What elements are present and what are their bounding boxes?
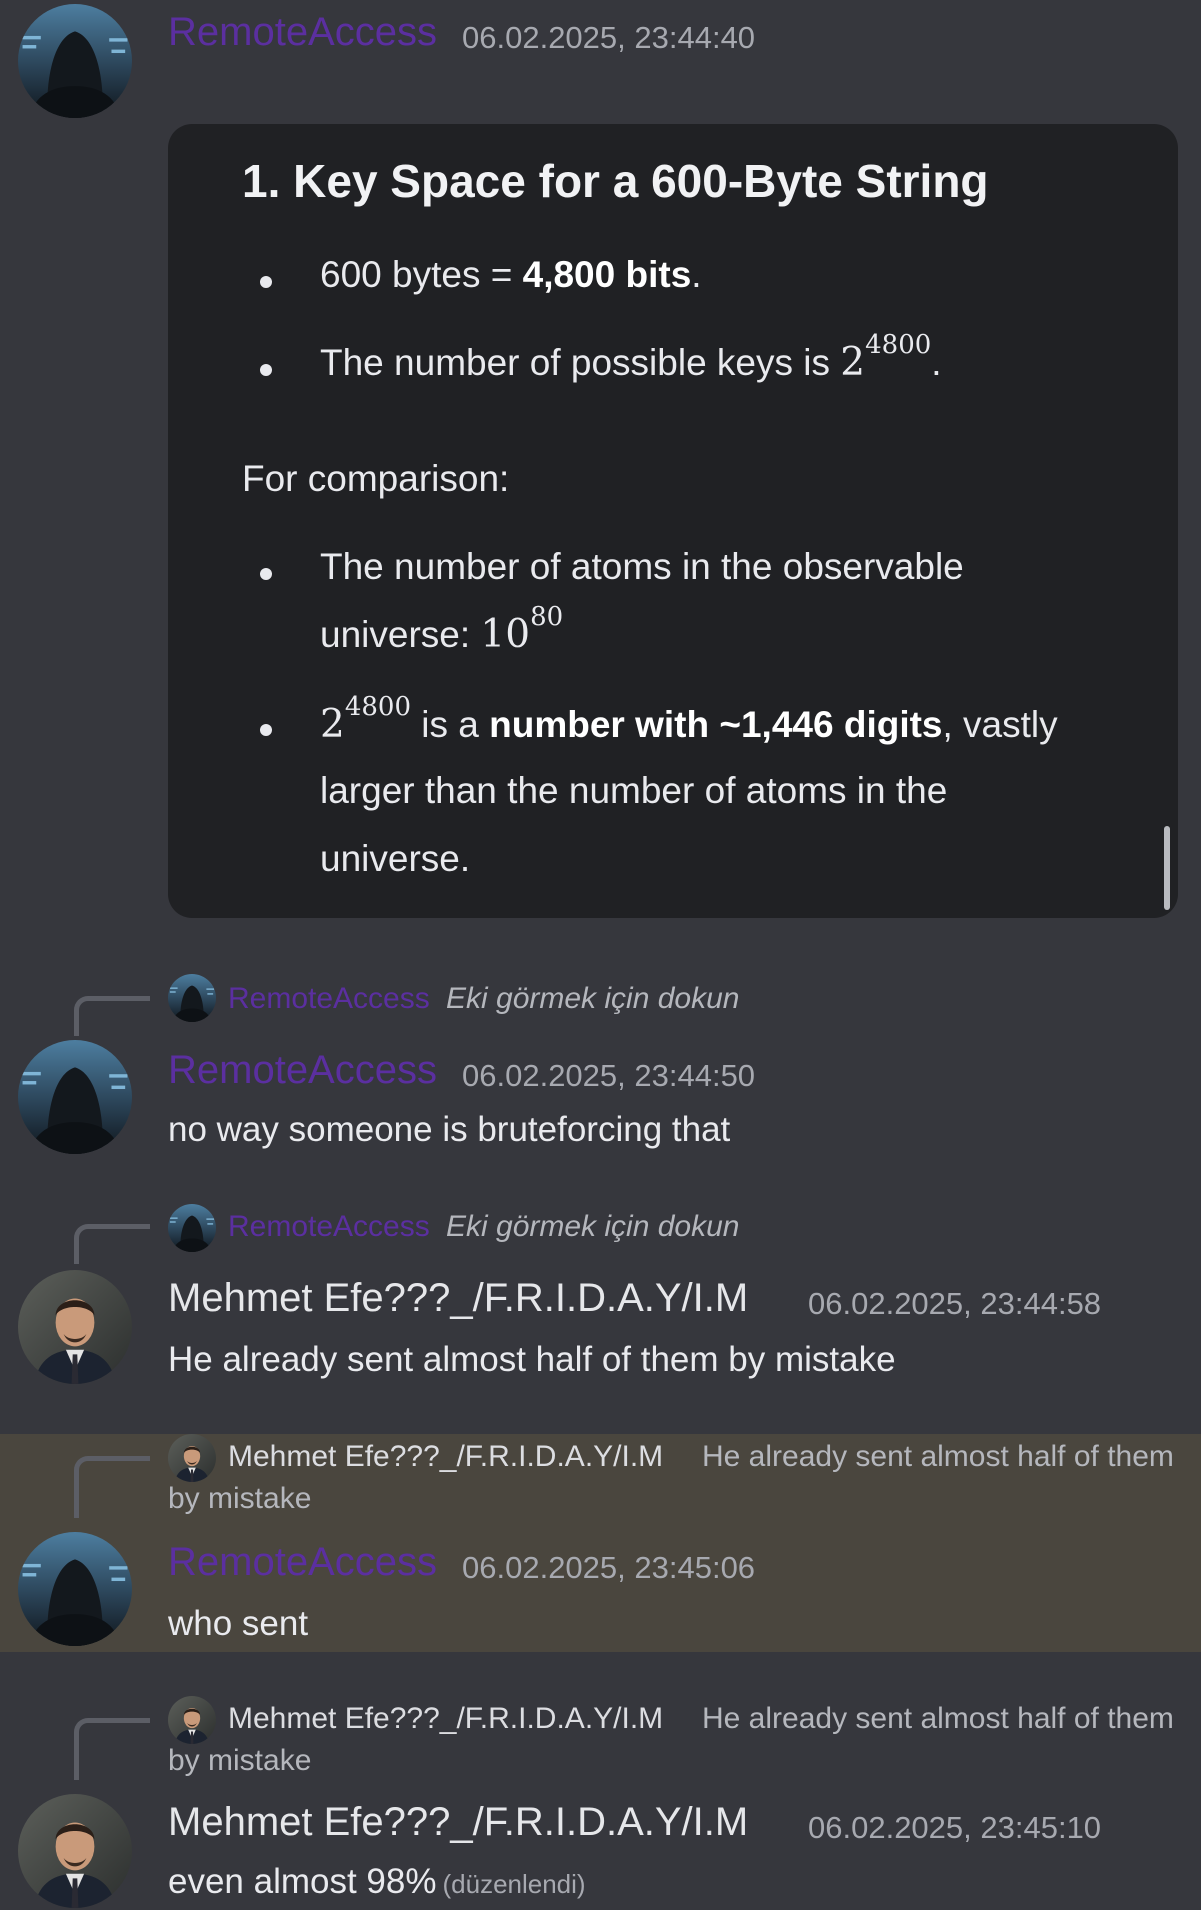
message-text: even almost 98% (düzenlendi) [168,1862,586,1901]
remoteaccess-avatar[interactable] [18,4,132,118]
hooded-hacker-icon [18,4,132,118]
message-timestamp: 06.02.2025, 23:44:58 [808,1286,1102,1321]
man-in-suit-icon [168,1696,216,1744]
card-bullet-4-line-1: 24800 is a number with ~1,446 digits, va… [320,691,1058,747]
username[interactable]: Mehmet Efe???_/F.R.I.D.A.Y/I.M [168,1800,748,1845]
comparison-heading: For comparison: [242,458,510,499]
man-in-suit-icon [18,1270,132,1384]
man-in-suit-icon [18,1794,132,1908]
message-text: who sent [168,1604,309,1643]
card-bullet-4-line-3: universe. [320,838,471,879]
message-timestamp: 06.02.2025, 23:45:06 [462,1550,756,1585]
chat-view: RemoteAccess 06.02.2025, 23:44:40 1. Key… [0,0,1201,1910]
message-text: He already sent almost half of them by m… [168,1340,896,1379]
bullet-dot [260,724,272,736]
reply-connector [74,996,150,1036]
hooded-hacker-icon [18,1532,132,1646]
reply-connector [74,1224,150,1264]
card-bullet-2: The number of possible keys is 24800. [320,329,942,385]
hooded-hacker-icon [18,1040,132,1154]
message-text: no way someone is bruteforcing that [168,1110,731,1149]
card-title: 1. Key Space for a 600-Byte String [242,155,989,207]
reply-avatar [168,1434,216,1482]
reply-preview[interactable]: Eki görmek için dokun [446,1210,739,1244]
edited-label: (düzenlendi) [442,1869,586,1899]
bullet-dot [260,276,272,288]
username[interactable]: RemoteAccess [168,10,437,55]
answer-card: 1. Key Space for a 600-Byte String 600 b… [168,124,1178,918]
username[interactable]: RemoteAccess [168,1540,437,1585]
reply-connector [74,1456,150,1518]
bullet-dot [260,568,272,580]
card-bullet-3-line-1: The number of atoms in the observable [320,546,964,587]
card-bullet-4-line-2: larger than the number of atoms in the [320,770,948,811]
reply-connector [74,1718,150,1780]
mehmet-avatar[interactable] [18,1270,132,1384]
bullet-dot [260,364,272,376]
remoteaccess-avatar[interactable] [18,1532,132,1646]
hooded-hacker-icon [168,974,216,1022]
message-timestamp: 06.02.2025, 23:44:40 [462,20,756,55]
reply-username[interactable]: Mehmet Efe???_/F.R.I.D.A.Y/I.M [228,1702,663,1736]
mehmet-avatar[interactable] [18,1794,132,1908]
reply-avatar [168,1204,216,1252]
reply-username[interactable]: RemoteAccess [228,982,430,1016]
reply-preview[interactable]: He already sent almost half of them [702,1702,1174,1736]
hooded-hacker-icon [168,1204,216,1252]
username[interactable]: Mehmet Efe???_/F.R.I.D.A.Y/I.M [168,1276,748,1321]
reply-preview-continued[interactable]: by mistake [168,1744,311,1778]
man-in-suit-icon [168,1434,216,1482]
message-timestamp: 06.02.2025, 23:45:10 [808,1810,1102,1845]
card-bullet-1: 600 bytes = 4,800 bits. [320,254,702,295]
remoteaccess-avatar[interactable] [18,1040,132,1154]
reply-username[interactable]: RemoteAccess [228,1210,430,1244]
reply-preview-continued[interactable]: by mistake [168,1482,311,1516]
message-timestamp: 06.02.2025, 23:44:50 [462,1058,756,1093]
card-bullet-3-line-2: universe: 1080 [320,601,564,657]
reply-avatar [168,1696,216,1744]
username[interactable]: RemoteAccess [168,1048,437,1093]
card-scrollbar[interactable] [1164,826,1170,910]
reply-preview[interactable]: Eki görmek için dokun [446,982,739,1016]
reply-username[interactable]: Mehmet Efe???_/F.R.I.D.A.Y/I.M [228,1440,663,1474]
reply-preview[interactable]: He already sent almost half of them [702,1440,1174,1474]
reply-avatar [168,974,216,1022]
